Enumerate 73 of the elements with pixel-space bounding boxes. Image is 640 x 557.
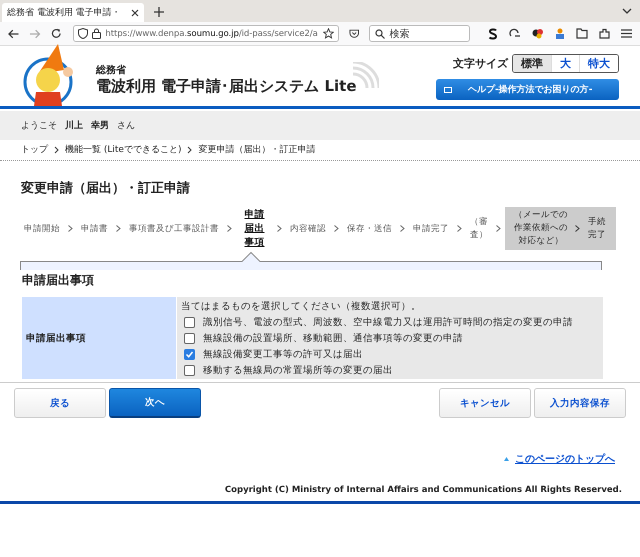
checkbox[interactable] bbox=[184, 332, 195, 344]
checkbox[interactable] bbox=[184, 364, 195, 376]
extension-icon[interactable] bbox=[532, 28, 544, 39]
search-field[interactable]: 検索 bbox=[369, 25, 470, 42]
menu-icon[interactable] bbox=[620, 29, 632, 38]
honorific-text: さん bbox=[117, 120, 135, 132]
option-label[interactable]: 移動する無線局の常置場所等の変更の届出 bbox=[203, 364, 393, 376]
extensions-puzzle-icon[interactable] bbox=[598, 28, 610, 39]
help-button[interactable]: ヘルプ-操作方法でお困りの方- bbox=[436, 79, 619, 100]
progress-step: （審査） bbox=[466, 216, 492, 242]
progress-step: （メールでの作業依頼への対応など） bbox=[511, 209, 571, 248]
user-name: 幸男 bbox=[91, 119, 109, 132]
window-icon bbox=[444, 86, 452, 92]
section-title: 申請届出事項 bbox=[22, 272, 95, 289]
step-separator-icon bbox=[277, 225, 282, 232]
chevron-right-icon bbox=[187, 146, 192, 154]
step-separator-icon bbox=[457, 225, 462, 232]
font-size-button[interactable]: 標準 bbox=[513, 55, 551, 72]
step-separator-icon bbox=[227, 225, 232, 232]
option-label[interactable]: 無線設備の設置場所、移動範囲、通信事項等の変更の申請 bbox=[203, 332, 463, 344]
progress-step: 申請開始 bbox=[20, 222, 64, 234]
welcome-text: ようこそ bbox=[21, 120, 57, 132]
close-icon[interactable] bbox=[131, 8, 139, 16]
system-title: 電波利用 電子申請･届出システム Lite bbox=[96, 77, 356, 96]
progress-step: 申請完了 bbox=[409, 222, 453, 234]
breadcrumb-item: 変更申請（届出）・訂正申請 bbox=[198, 144, 316, 156]
form-label-cell: 申請届出事項 bbox=[22, 297, 177, 379]
address-bar[interactable]: https://www.denpa.soumu.go.jp/id-pass/service2/a bbox=[73, 25, 339, 42]
progress-step: 申請届出事項 bbox=[236, 208, 273, 250]
user-name: 川上 bbox=[65, 119, 83, 132]
search-icon bbox=[375, 28, 386, 38]
pocket-icon[interactable] bbox=[348, 28, 360, 39]
step-separator-icon bbox=[116, 225, 121, 232]
checkbox[interactable] bbox=[184, 348, 195, 360]
page-title: 変更申請（届出）・訂正申請 bbox=[21, 180, 191, 197]
lock-icon bbox=[92, 28, 102, 39]
folder-icon[interactable] bbox=[576, 28, 588, 39]
ministry-name: 総務省 bbox=[96, 64, 127, 77]
option-label[interactable]: 識別信号、電波の型式、周波数、空中線電力又は運用許可時間の指定の変更の申請 bbox=[203, 316, 573, 328]
next-button[interactable]: 次へ bbox=[109, 388, 201, 418]
step-separator-icon bbox=[68, 225, 73, 232]
copyright-text: Copyright (C) Ministry of Internal Affairs and Communications All Rights Reserved. bbox=[224, 484, 623, 497]
page-top-link[interactable]: このページのトップへ bbox=[515, 452, 615, 466]
cancel-button[interactable]: キャンセル bbox=[439, 388, 531, 418]
new-tab-icon[interactable] bbox=[154, 7, 164, 17]
save-button[interactable]: 入力内容保存 bbox=[534, 388, 626, 418]
progress-step: 内容確認 bbox=[286, 222, 330, 234]
extension-icon[interactable] bbox=[488, 28, 498, 40]
instruction-text: 当てはまるものを選択してください（複数選択可）。 bbox=[181, 300, 422, 314]
triangle-up-icon bbox=[504, 457, 509, 461]
progress-step: 申請書 bbox=[77, 222, 112, 234]
progress-step: 手続完了 bbox=[584, 216, 610, 242]
breadcrumb-item[interactable]: 機能一覧 (Liteでできること) bbox=[65, 143, 182, 156]
chevron-right-icon bbox=[54, 146, 59, 154]
browser-tab[interactable]: 総務省 電波利用 電子申請・ bbox=[2, 3, 144, 22]
option-label[interactable]: 無線設備変更工事等の許可又は届出 bbox=[203, 348, 363, 360]
extension-icon[interactable] bbox=[508, 28, 521, 39]
font-size-button[interactable]: 特大 bbox=[579, 55, 618, 72]
shield-icon bbox=[78, 28, 88, 39]
back-button[interactable]: 戻る bbox=[14, 388, 106, 418]
step-separator-icon bbox=[575, 225, 580, 232]
star-icon[interactable] bbox=[322, 28, 334, 39]
reload-icon[interactable] bbox=[50, 28, 62, 39]
step-separator-icon bbox=[400, 225, 405, 232]
checkbox[interactable] bbox=[184, 316, 195, 328]
breadcrumb-item[interactable]: トップ bbox=[21, 143, 48, 156]
progress-step: 事項書及び工事設計書 bbox=[125, 222, 223, 234]
step-separator-icon bbox=[496, 225, 501, 232]
back-arrow-icon[interactable] bbox=[8, 28, 20, 38]
progress-step: 保存・送信 bbox=[343, 222, 396, 234]
chevron-down-icon[interactable] bbox=[622, 8, 632, 14]
step-separator-icon bbox=[334, 225, 339, 232]
font-size-label: 文字サイズ bbox=[453, 56, 508, 71]
